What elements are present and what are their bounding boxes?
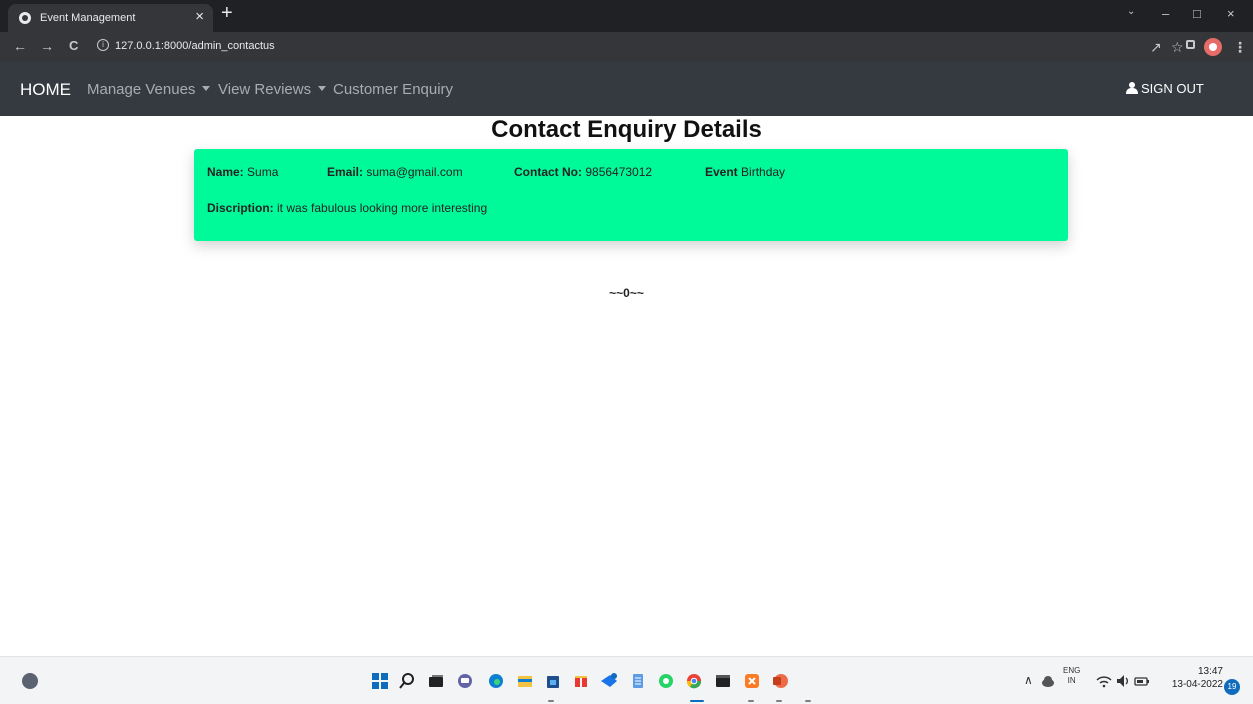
email-value: suma@gmail.com (366, 165, 463, 179)
weather-icon[interactable] (22, 673, 38, 689)
name-label: Name: (207, 165, 244, 179)
edge-browser-icon[interactable] (488, 673, 504, 689)
taskbar-clock[interactable]: 13:47 13-04-2022 (1168, 665, 1223, 691)
store-icon[interactable] (545, 673, 561, 689)
nav-view-reviews[interactable]: View Reviews (218, 81, 327, 98)
running-indicator (548, 700, 554, 702)
notepad-icon[interactable] (630, 673, 646, 689)
window-close-icon[interactable]: × (1227, 6, 1235, 21)
volume-icon[interactable] (1115, 673, 1131, 689)
nav-manage-venues-label: Manage Venues (87, 81, 196, 98)
search-icon[interactable] (399, 673, 415, 689)
xampp-icon[interactable] (744, 673, 760, 689)
main-navbar: HOME Manage Venues View Reviews Customer… (0, 62, 1253, 116)
forward-icon[interactable]: → (40, 38, 54, 54)
powerpoint-icon[interactable] (772, 673, 788, 689)
region-code: IN (1067, 676, 1076, 685)
active-indicator (690, 700, 704, 702)
contact-label: Contact No: (514, 165, 582, 179)
enquiry-email: Email: suma@gmail.com (327, 165, 463, 179)
event-label: Event (705, 165, 738, 179)
bookmark-star-icon[interactable]: ☆ (1171, 39, 1184, 56)
windows-start-icon[interactable] (372, 673, 388, 689)
running-indicator (776, 700, 782, 702)
back-icon[interactable]: ← (13, 38, 27, 54)
contact-value: 9856473012 (585, 165, 653, 179)
chrome-icon[interactable] (686, 673, 702, 689)
wifi-icon[interactable] (1096, 673, 1112, 689)
section-separator: ~~0~~ (609, 286, 644, 300)
window-minimize-icon[interactable]: – (1162, 6, 1169, 21)
nav-customer-enquiry[interactable]: Customer Enquiry (333, 81, 453, 98)
enquiry-description: Discription: it was fabulous looking mor… (207, 201, 487, 215)
browser-tab-event-management[interactable]: Event Management × (8, 4, 213, 32)
page-title: Contact Enquiry Details (491, 116, 762, 143)
side-panel-icon[interactable] (1186, 40, 1195, 49)
sign-out-label: SIGN OUT (1141, 81, 1204, 96)
share-icon[interactable]: ↗ (1150, 39, 1162, 56)
name-value: Suma (247, 165, 279, 179)
profile-avatar[interactable] (1204, 38, 1222, 56)
browser-tab-bar: Event Management × + ⌄ – □ × (0, 0, 1253, 32)
language-code: ENG (1063, 666, 1081, 675)
running-indicator (805, 700, 811, 702)
description-label: Discription: (207, 201, 274, 215)
clock-time: 13:47 (1197, 666, 1223, 677)
tab-title: Event Management (40, 12, 136, 24)
nav-home-link[interactable]: HOME (20, 80, 71, 100)
user-icon (1126, 82, 1138, 94)
nav-view-reviews-label: View Reviews (218, 81, 312, 98)
browser-menu-icon[interactable]: ⋮ (1233, 39, 1247, 56)
clock-date: 13-04-2022 (1171, 679, 1223, 690)
teams-chat-icon[interactable] (457, 673, 473, 689)
description-value: it was fabulous looking more interesting (277, 201, 488, 215)
enquiry-card: Name: Suma Email: suma@gmail.com Contact… (194, 149, 1068, 241)
enquiry-event: Event Birthday (705, 165, 785, 179)
whatsapp-icon[interactable] (658, 673, 674, 689)
tab-close-icon[interactable]: × (195, 8, 204, 25)
event-value: Birthday (741, 165, 786, 179)
gift-app-icon[interactable] (573, 673, 589, 689)
caret-down-icon (202, 86, 211, 91)
new-tab-icon[interactable]: + (221, 2, 233, 25)
site-info-icon[interactable]: i (97, 39, 109, 51)
nav-manage-venues[interactable]: Manage Venues (87, 81, 211, 98)
tray-overflow-icon[interactable]: ∧ (1024, 673, 1033, 687)
browser-address-bar: ← → C i 127.0.0.1:8000/admin_contactus ↗… (0, 32, 1253, 62)
url-input[interactable]: i 127.0.0.1:8000/admin_contactus (92, 36, 1252, 58)
caret-down-icon (318, 86, 327, 91)
reload-icon[interactable]: C (69, 38, 78, 53)
battery-icon[interactable] (1134, 673, 1150, 689)
terminal-icon[interactable] (715, 673, 731, 689)
window-maximize-icon[interactable]: □ (1193, 6, 1201, 21)
windows-taskbar: ∧ ENG IN (0, 656, 1253, 704)
task-view-icon[interactable] (428, 673, 444, 689)
sign-out-button[interactable]: SIGN OUT (1126, 81, 1204, 96)
enquiry-name: Name: Suma (207, 165, 278, 179)
language-indicator[interactable]: ENG IN (1063, 666, 1080, 686)
file-explorer-icon[interactable] (517, 673, 533, 689)
tab-search-icon[interactable]: ⌄ (1127, 6, 1135, 17)
cloud-sync-icon[interactable] (1040, 673, 1056, 689)
globe-icon (19, 12, 31, 24)
running-indicator (748, 700, 754, 702)
url-text: 127.0.0.1:8000/admin_contactus (115, 40, 275, 52)
mail-icon[interactable] (601, 673, 617, 689)
email-label: Email: (327, 165, 364, 179)
enquiry-contact: Contact No: 9856473012 (514, 165, 652, 179)
notification-badge[interactable]: 19 (1224, 679, 1240, 695)
